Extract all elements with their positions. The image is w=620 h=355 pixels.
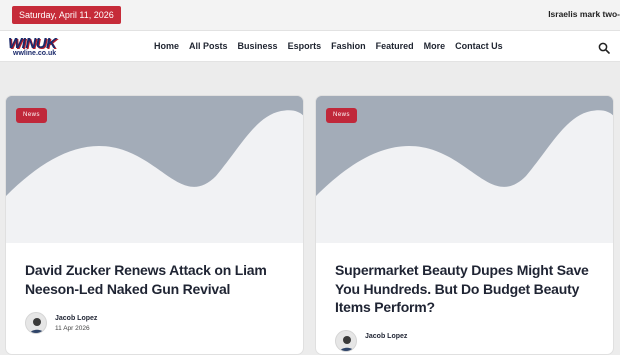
post-meta: Jacob Lopez xyxy=(335,330,407,352)
logo-subtitle: wwline.co.uk xyxy=(13,50,57,57)
post-title[interactable]: Supermarket Beauty Dupes Might Save You … xyxy=(335,261,597,317)
nav-all-posts[interactable]: All Posts xyxy=(189,41,228,51)
nav-esports[interactable]: Esports xyxy=(288,41,322,51)
nav-contact-us[interactable]: Contact Us xyxy=(455,41,503,51)
post-thumbnail-placeholder[interactable]: News xyxy=(6,96,303,243)
post-grid: News David Zucker Renews Attack on Liam … xyxy=(5,95,615,355)
nav-home[interactable]: Home xyxy=(154,41,179,51)
news-ticker[interactable]: Israelis mark two- xyxy=(548,9,620,19)
author-avatar[interactable] xyxy=(25,312,47,334)
logo-wordmark: WINUK xyxy=(8,35,57,52)
author-name[interactable]: Jacob Lopez xyxy=(55,315,97,322)
nav-more[interactable]: More xyxy=(424,41,446,51)
main-nav: Home All Posts Business Esports Fashion … xyxy=(154,41,513,51)
post-card[interactable]: News David Zucker Renews Attack on Liam … xyxy=(5,95,304,355)
site-logo[interactable]: WINUK wwline.co.uk xyxy=(8,35,72,59)
post-thumbnail-placeholder[interactable]: News xyxy=(316,96,613,243)
author-name[interactable]: Jacob Lopez xyxy=(365,333,407,340)
post-card[interactable]: News Supermarket Beauty Dupes Might Save… xyxy=(315,95,614,355)
top-bar: Saturday, April 11, 2026 Israelis mark t… xyxy=(0,0,620,31)
post-date: 11 Apr 2026 xyxy=(55,325,90,332)
post-meta: Jacob Lopez 11 Apr 2026 xyxy=(25,312,97,334)
nav-featured[interactable]: Featured xyxy=(376,41,414,51)
author-avatar[interactable] xyxy=(335,330,357,352)
nav-business[interactable]: Business xyxy=(238,41,278,51)
site-header: WINUK wwline.co.uk Home All Posts Busine… xyxy=(0,31,620,62)
nav-fashion[interactable]: Fashion xyxy=(331,41,366,51)
date-badge: Saturday, April 11, 2026 xyxy=(12,6,121,24)
search-icon[interactable] xyxy=(598,41,610,54)
category-badge[interactable]: News xyxy=(326,108,358,123)
post-title[interactable]: David Zucker Renews Attack on Liam Neeso… xyxy=(25,261,287,298)
category-badge[interactable]: News xyxy=(16,108,48,123)
